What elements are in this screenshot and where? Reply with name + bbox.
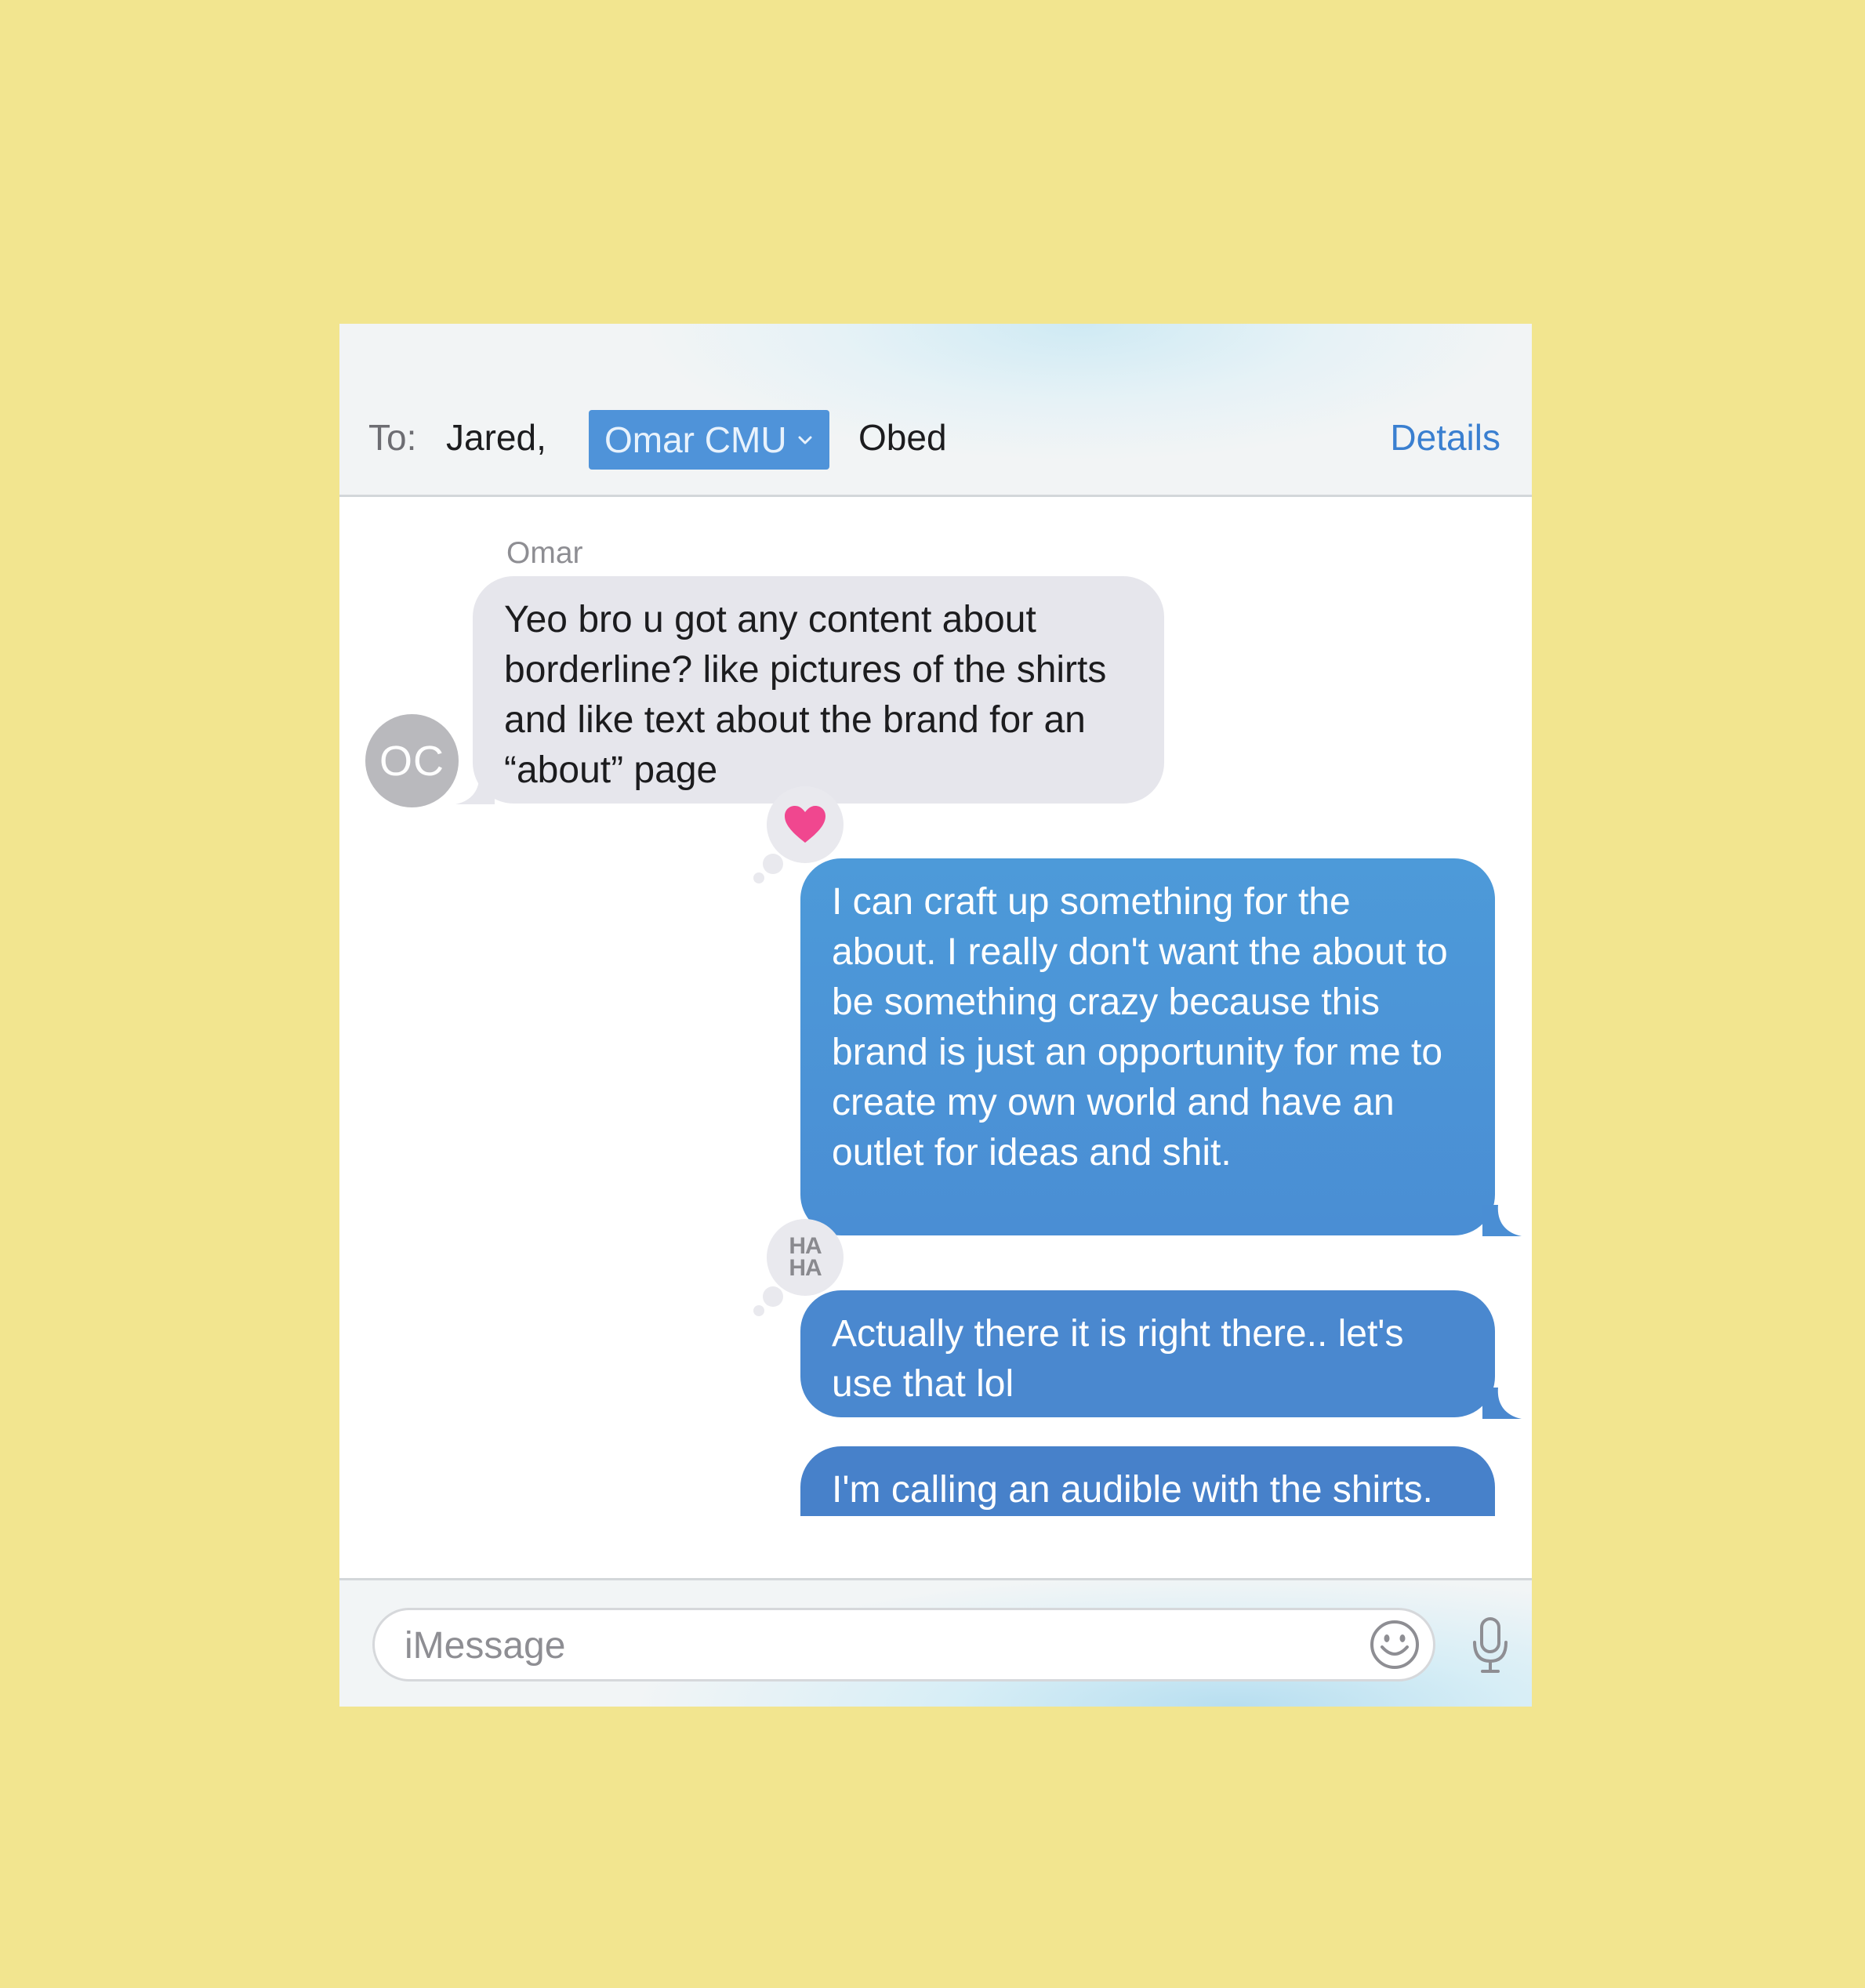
avatar[interactable]: OC: [365, 714, 459, 807]
recipient-jared[interactable]: Jared,: [446, 416, 546, 459]
heart-icon: [785, 806, 825, 843]
outgoing-bubble-tail: [1482, 1388, 1522, 1419]
recipient-header: To: Jared, Omar CMU Obed Details: [339, 324, 1532, 497]
message-bubble-outgoing[interactable]: Actually there it is right there.. let's…: [800, 1290, 1495, 1417]
details-button[interactable]: Details: [1390, 416, 1500, 459]
recipient-obed[interactable]: Obed: [858, 416, 947, 459]
conversation-transcript[interactable]: Omar Yeo bro u got any content about bor…: [339, 497, 1532, 1516]
recipient-omar-label: Omar CMU: [604, 419, 787, 460]
recipient-omar-cmu-selected[interactable]: Omar CMU: [589, 410, 829, 470]
sender-name: Omar: [506, 536, 583, 570]
tapback-haha[interactable]: HA HA: [767, 1219, 844, 1296]
haha-icon: HA HA: [789, 1233, 822, 1281]
imessage-window: To: Jared, Omar CMU Obed Details Omar Ye…: [339, 324, 1532, 1707]
message-bubble-outgoing[interactable]: I can craft up something for the about. …: [800, 858, 1495, 1235]
tapback-bubble-dot: [763, 1286, 783, 1307]
tapback-bubble-dot: [753, 1305, 764, 1316]
tapback-bubble-dot: [753, 872, 764, 883]
message-input[interactable]: [403, 1621, 1347, 1670]
tapback-heart[interactable]: [767, 786, 844, 863]
microphone-icon[interactable]: [1468, 1616, 1512, 1675]
composer-bar: [339, 1578, 1532, 1707]
chevron-down-icon: [798, 436, 812, 444]
outgoing-bubble-tail: [1482, 1205, 1522, 1236]
tapback-bubble-dot: [763, 854, 783, 874]
emoji-icon[interactable]: [1367, 1617, 1422, 1672]
to-label: To:: [368, 417, 417, 458]
message-bubble-incoming[interactable]: Yeo bro u got any content about borderli…: [473, 576, 1164, 804]
message-input-field[interactable]: [372, 1608, 1435, 1681]
message-bubble-outgoing[interactable]: I'm calling an audible with the shirts. …: [800, 1446, 1495, 1516]
